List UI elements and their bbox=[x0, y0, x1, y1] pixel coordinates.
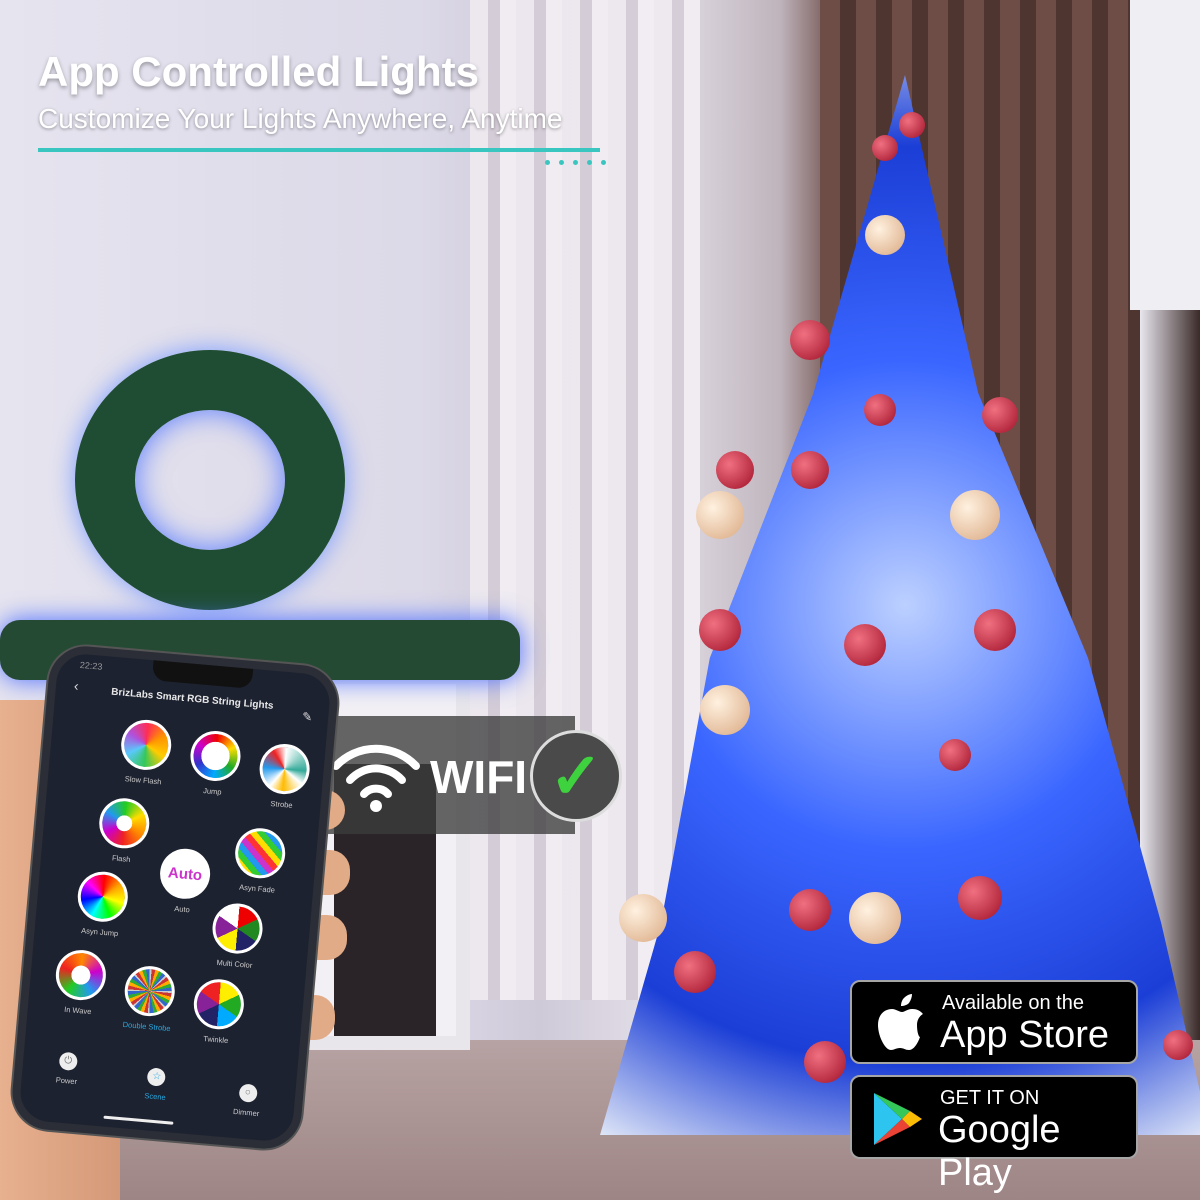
ornament bbox=[699, 609, 741, 651]
scene-asyn-jump[interactable]: Asyn Jump bbox=[59, 868, 144, 940]
ornament bbox=[844, 624, 886, 666]
ornament bbox=[789, 889, 831, 931]
ornament bbox=[716, 451, 754, 489]
scene-label: In Wave bbox=[63, 1004, 92, 1017]
app-title: BrizLabs Smart RGB String Lights bbox=[110, 686, 274, 712]
scene-multi-color[interactable]: Multi Color bbox=[194, 900, 279, 972]
status-time: 22:23 bbox=[79, 659, 103, 672]
phone-screen: 22:23 ‹ BrizLabs Smart RGB String Lights… bbox=[9, 643, 341, 1152]
ornament bbox=[958, 876, 1002, 920]
google-play-big: Google Play bbox=[938, 1109, 1061, 1194]
headline-subtitle: Customize Your Lights Anywhere, Anytime bbox=[38, 103, 563, 134]
scene-label: Double Strobe bbox=[122, 1019, 171, 1034]
phone-notch bbox=[151, 660, 254, 689]
google-play-small: GET IT ON bbox=[940, 1087, 1040, 1109]
ornament bbox=[974, 609, 1016, 651]
scene-label: Multi Color bbox=[216, 957, 253, 970]
headline-title: App Controlled Lights bbox=[38, 48, 479, 95]
scene-icon bbox=[122, 964, 177, 1019]
app-store-big: App Store bbox=[940, 1014, 1109, 1056]
wifi-label: WIFI bbox=[430, 751, 528, 803]
ornament bbox=[865, 215, 905, 255]
scene-label: Strobe bbox=[270, 798, 293, 810]
scene-icon bbox=[75, 869, 130, 924]
scene-icon bbox=[97, 796, 152, 851]
scene-icon bbox=[53, 948, 108, 1003]
ornament bbox=[864, 394, 896, 426]
ornament bbox=[619, 894, 667, 942]
wifi-icon bbox=[332, 744, 420, 812]
scene-icon: Auto bbox=[158, 846, 213, 901]
ornament bbox=[790, 320, 830, 360]
app-store-small: Available on the bbox=[942, 992, 1084, 1014]
ornament bbox=[899, 112, 925, 138]
scene-label: Twinkle bbox=[202, 1034, 229, 1046]
window bbox=[1130, 0, 1200, 310]
home-indicator bbox=[103, 1115, 174, 1125]
ornament bbox=[950, 490, 1000, 540]
ornament bbox=[1163, 1030, 1193, 1060]
ornament bbox=[674, 951, 716, 993]
scene-strobe[interactable]: Strobe bbox=[241, 741, 326, 813]
scene-icon bbox=[119, 717, 174, 772]
google-play-icon bbox=[874, 1093, 922, 1145]
ornament bbox=[872, 135, 898, 161]
scene-icon bbox=[191, 977, 246, 1032]
bottom-nav: ⏻ Power ☆ Scene ○ Dimmer bbox=[20, 1048, 297, 1121]
scene-icon bbox=[233, 826, 288, 881]
nav-scene[interactable]: ☆ Scene bbox=[143, 1067, 168, 1110]
google-play-badge[interactable]: GET IT ON Google Play bbox=[850, 1075, 1138, 1194]
bulb-icon: ○ bbox=[238, 1083, 258, 1103]
star-icon: ☆ bbox=[147, 1067, 167, 1087]
edit-icon[interactable]: ✎ bbox=[302, 709, 313, 724]
phone: 22:23 ‹ BrizLabs Smart RGB String Lights… bbox=[9, 643, 341, 1152]
scene-icon bbox=[210, 901, 265, 956]
scene-label: Slow Flash bbox=[124, 774, 162, 787]
ornament bbox=[700, 685, 750, 735]
checkmark-icon: ✓ bbox=[530, 730, 622, 822]
scene-icon bbox=[188, 728, 243, 784]
nav-dimmer[interactable]: ○ Dimmer bbox=[233, 1083, 262, 1118]
ornament bbox=[804, 1041, 846, 1083]
ornament bbox=[791, 451, 829, 489]
scene-label: Jump bbox=[202, 786, 222, 797]
scene-twinkle[interactable]: Twinkle bbox=[176, 976, 261, 1048]
accent-dots bbox=[545, 160, 606, 165]
scene-asyn-fade[interactable]: Asyn Fade bbox=[217, 825, 302, 897]
nav-power[interactable]: ⏻ Power bbox=[54, 1051, 79, 1102]
apple-icon bbox=[878, 994, 923, 1050]
scene-label: Asyn Fade bbox=[238, 882, 276, 895]
ornament bbox=[696, 491, 744, 539]
wreath bbox=[75, 350, 345, 610]
accent-line bbox=[38, 148, 600, 152]
ornament bbox=[849, 892, 901, 944]
ornament bbox=[982, 397, 1018, 433]
ornament bbox=[939, 739, 971, 771]
scene-label: Asyn Jump bbox=[80, 925, 119, 939]
app-store-badge[interactable]: Available on the App Store bbox=[850, 980, 1138, 1064]
scene-icon bbox=[257, 741, 312, 797]
power-icon: ⏻ bbox=[58, 1051, 78, 1072]
